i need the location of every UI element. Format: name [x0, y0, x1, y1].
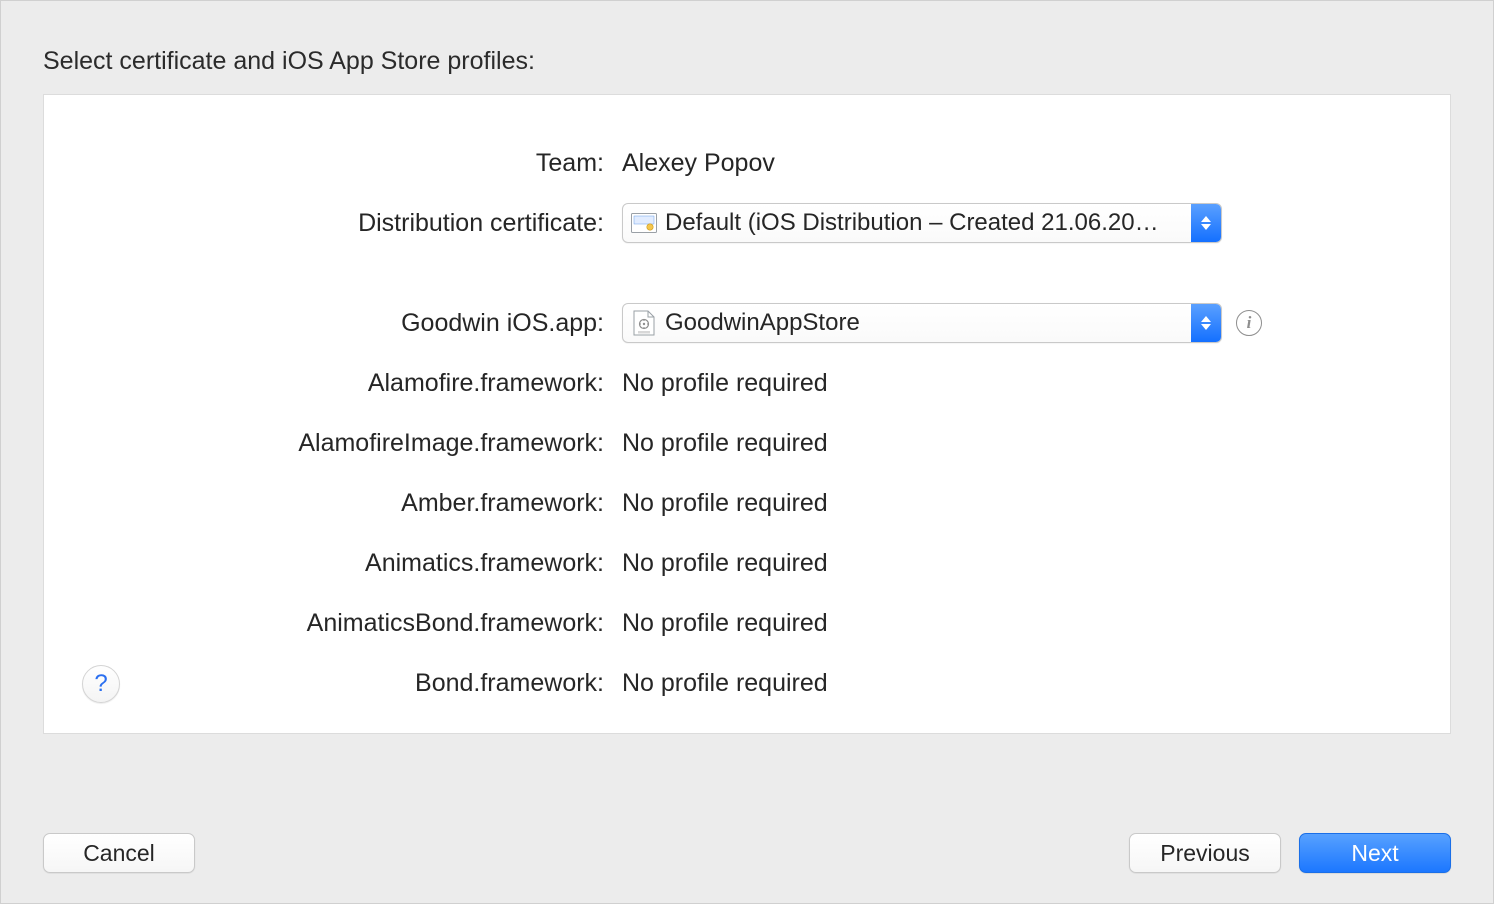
framework-label: AnimaticsBond.framework: — [84, 609, 604, 638]
info-button[interactable]: i — [1236, 310, 1262, 336]
framework-label: Bond.framework: — [84, 669, 604, 698]
framework-row: Bond.framework: No profile required — [84, 653, 1410, 713]
help-button[interactable]: ? — [82, 665, 120, 703]
app-label: Goodwin iOS.app: — [84, 309, 604, 338]
dialog-window: Select certificate and iOS App Store pro… — [0, 0, 1494, 904]
certificate-select-text: Default (iOS Distribution – Created 21.0… — [665, 209, 1191, 237]
provisioning-profile-select-text: GoodwinAppStore — [665, 309, 1191, 337]
framework-value: No profile required — [622, 429, 1410, 458]
framework-row: Differ.framework: No profile required — [84, 713, 1410, 734]
certificate-row: Distribution certificate: Default (iOS D… — [84, 193, 1410, 253]
framework-row: Alamofire.framework: No profile required — [84, 353, 1410, 413]
framework-value: No profile required — [622, 489, 1410, 518]
team-value: Alexey Popov — [622, 149, 1410, 178]
provisioning-profile-icon — [631, 310, 657, 336]
team-label: Team: — [84, 149, 604, 178]
select-stepper-icon — [1191, 304, 1221, 342]
framework-value: No profile required — [622, 549, 1410, 578]
form-rows: Team: Alexey Popov Distribution certific… — [44, 95, 1450, 734]
framework-row: AnimaticsBond.framework: No profile requ… — [84, 593, 1410, 653]
cancel-button[interactable]: Cancel — [43, 833, 195, 873]
framework-label: Alamofire.framework: — [84, 369, 604, 398]
button-bar: Cancel Previous Next — [43, 833, 1451, 873]
framework-label: Animatics.framework: — [84, 549, 604, 578]
provisioning-profile-select[interactable]: GoodwinAppStore — [622, 303, 1222, 343]
select-stepper-icon — [1191, 204, 1221, 242]
certificate-icon — [631, 210, 657, 236]
previous-button[interactable]: Previous — [1129, 833, 1281, 873]
team-row: Team: Alexey Popov — [84, 133, 1410, 193]
spacer — [84, 253, 1410, 293]
certificate-select[interactable]: Default (iOS Distribution – Created 21.0… — [622, 203, 1222, 243]
framework-row: AlamofireImage.framework: No profile req… — [84, 413, 1410, 473]
framework-row: Amber.framework: No profile required — [84, 473, 1410, 533]
app-row: Goodwin iOS.app: — [84, 293, 1410, 353]
framework-value: No profile required — [622, 369, 1410, 398]
framework-label: Amber.framework: — [84, 489, 604, 518]
page-title: Select certificate and iOS App Store pro… — [1, 29, 1493, 94]
framework-value: No profile required — [622, 609, 1410, 638]
framework-row: Animatics.framework: No profile required — [84, 533, 1410, 593]
certificate-label: Distribution certificate: — [84, 209, 604, 238]
content-panel: Team: Alexey Popov Distribution certific… — [43, 94, 1451, 734]
framework-value: No profile required — [622, 669, 1410, 698]
certificate-value-cell: Default (iOS Distribution – Created 21.0… — [622, 203, 1410, 243]
next-button[interactable]: Next — [1299, 833, 1451, 873]
framework-label: AlamofireImage.framework: — [84, 429, 604, 458]
framework-label: Differ.framework: — [84, 729, 604, 735]
app-value-cell: GoodwinAppStore i — [622, 303, 1410, 343]
framework-value: No profile required — [622, 729, 1410, 735]
